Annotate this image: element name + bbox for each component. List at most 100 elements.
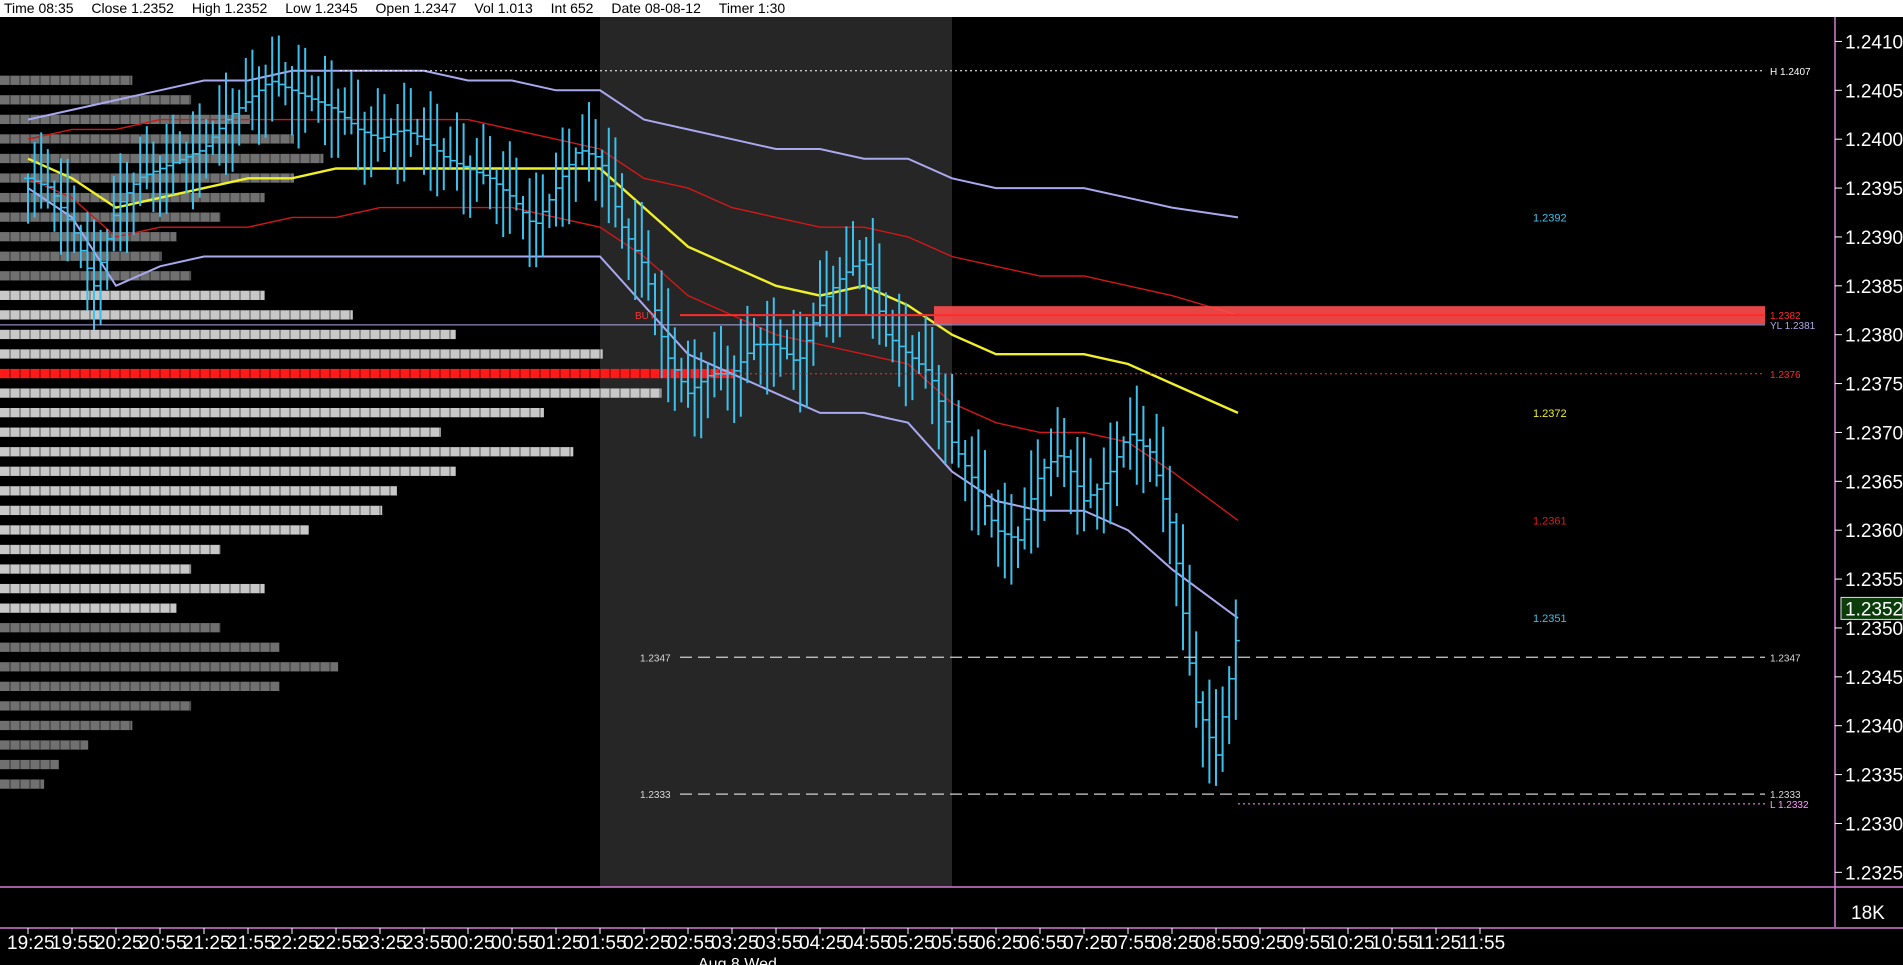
profile-row bbox=[0, 290, 265, 300]
profile-bar bbox=[0, 525, 309, 535]
profile-row bbox=[0, 779, 45, 789]
y-tick-label: 1.2395 bbox=[1845, 179, 1903, 200]
x-tick-label: 02:25 bbox=[623, 933, 671, 954]
x-tick-label: 21:55 bbox=[227, 933, 275, 954]
header-date: Date 08-08-12 bbox=[611, 0, 701, 16]
profile-bar bbox=[0, 779, 45, 789]
profile-row bbox=[0, 544, 221, 555]
x-tick-label: 07:55 bbox=[1107, 933, 1155, 954]
profile-row bbox=[0, 583, 265, 594]
profile-row bbox=[0, 486, 397, 496]
y-tick-label: 1.2410 bbox=[1845, 32, 1903, 53]
profile-row bbox=[0, 525, 309, 535]
price-line-right-label: YL 1.2381 bbox=[1770, 321, 1816, 332]
y-tick-label: 1.2335 bbox=[1845, 766, 1903, 787]
price-line-right-label: 1.2376 bbox=[1770, 370, 1801, 381]
profile-bar bbox=[0, 95, 192, 105]
profile-row bbox=[0, 466, 456, 476]
x-tick-label: 21:25 bbox=[183, 933, 231, 954]
price-line-right-label: 1.2347 bbox=[1770, 653, 1801, 664]
profile-row bbox=[0, 623, 221, 633]
profile-row bbox=[0, 662, 339, 672]
header-low: Low 1.2345 bbox=[285, 0, 358, 16]
profile-row bbox=[0, 408, 544, 418]
band-end-label: 1.2392 bbox=[1533, 212, 1567, 224]
band-end-label: 1.2351 bbox=[1533, 613, 1567, 625]
x-tick-label: 02:55 bbox=[667, 933, 715, 954]
profile-row bbox=[0, 329, 456, 340]
profile-bar bbox=[0, 564, 192, 574]
x-tick-label: 09:25 bbox=[1239, 933, 1287, 954]
header-int: Int 652 bbox=[550, 0, 594, 16]
volume-axis-label: 18K bbox=[1851, 903, 1885, 924]
profile-row bbox=[0, 271, 192, 281]
x-tick-label: 01:55 bbox=[579, 933, 627, 954]
y-tick-label: 1.2365 bbox=[1845, 472, 1903, 493]
profile-row bbox=[0, 388, 662, 398]
profile-bar bbox=[0, 447, 574, 457]
y-tick-label: 1.2355 bbox=[1845, 570, 1903, 591]
profile-row bbox=[0, 603, 177, 613]
y-tick-label: 1.2370 bbox=[1845, 423, 1903, 444]
profile-row bbox=[0, 564, 192, 574]
current-price-label: 1.2352 bbox=[1845, 599, 1903, 620]
x-tick-label: 22:25 bbox=[271, 933, 319, 954]
price-line-left-label: 1.2333 bbox=[640, 790, 671, 801]
x-tick-label: 05:55 bbox=[931, 933, 979, 954]
x-tick-label: 11:25 bbox=[1415, 933, 1461, 954]
x-tick-label: 01:25 bbox=[535, 933, 583, 954]
x-tick-label: 00:25 bbox=[447, 933, 495, 954]
x-date-label: Aug 8 Wed bbox=[698, 956, 777, 965]
x-tick-label: 09:55 bbox=[1283, 933, 1331, 954]
profile-row bbox=[0, 720, 133, 731]
profile-row bbox=[0, 447, 574, 457]
price-chart[interactable]: BUY 1.2382YL 1.23811.23761.2347 1.23471.23… bbox=[0, 17, 1903, 965]
price-line-left-label: 1.2347 bbox=[640, 653, 671, 664]
price-line-left-label: BUY bbox=[635, 311, 656, 322]
price-line-right-label: H 1.2407 bbox=[1770, 67, 1811, 78]
header-time: Time 08:35 bbox=[4, 0, 74, 16]
x-tick-label: 08:25 bbox=[1151, 933, 1199, 954]
profile-row bbox=[0, 349, 603, 359]
header-high: High 1.2352 bbox=[191, 0, 268, 16]
x-tick-label: 23:25 bbox=[359, 933, 407, 954]
profile-row bbox=[0, 681, 280, 691]
profile-bar bbox=[0, 408, 544, 418]
header-open: Open 1.2347 bbox=[375, 0, 457, 16]
profile-bar bbox=[0, 329, 456, 340]
session-shade bbox=[600, 17, 952, 887]
profile-row bbox=[0, 310, 353, 320]
price-line-right-label: L 1.2332 bbox=[1770, 800, 1809, 811]
x-tick-label: 11:55 bbox=[1459, 933, 1505, 954]
x-tick-label: 04:55 bbox=[843, 933, 891, 954]
x-tick-label: 04:25 bbox=[799, 933, 847, 954]
profile-bar bbox=[0, 662, 339, 672]
header-close: Close 1.2352 bbox=[91, 0, 174, 16]
profile-row bbox=[0, 701, 192, 711]
profile-row bbox=[0, 75, 133, 85]
y-tick-label: 1.2350 bbox=[1845, 619, 1903, 640]
band-end-label: 1.2361 bbox=[1533, 515, 1567, 527]
profile-bar bbox=[0, 271, 192, 281]
profile-row bbox=[0, 759, 59, 770]
profile-poc-row bbox=[0, 368, 735, 379]
profile-row bbox=[0, 427, 441, 437]
x-tick-label: 10:55 bbox=[1371, 933, 1419, 954]
header-timer: Timer 1:30 bbox=[718, 0, 786, 16]
x-tick-label: 07:25 bbox=[1063, 933, 1111, 954]
y-tick-label: 1.2340 bbox=[1845, 717, 1903, 738]
x-tick-label: 10:25 bbox=[1327, 933, 1375, 954]
x-tick-label: 20:55 bbox=[139, 933, 187, 954]
x-tick-label: 05:25 bbox=[887, 933, 935, 954]
y-tick-label: 1.2390 bbox=[1845, 228, 1903, 249]
y-tick-label: 1.2330 bbox=[1845, 814, 1903, 835]
x-tick-label: 03:25 bbox=[711, 933, 759, 954]
y-tick-label: 1.2345 bbox=[1845, 668, 1903, 689]
x-tick-label: 06:55 bbox=[1019, 933, 1067, 954]
y-tick-label: 1.2360 bbox=[1845, 521, 1903, 542]
y-tick-label: 1.2400 bbox=[1845, 130, 1903, 151]
profile-row bbox=[0, 192, 265, 203]
x-tick-label: 23:55 bbox=[403, 933, 451, 954]
x-tick-label: 20:25 bbox=[95, 933, 143, 954]
profile-row bbox=[0, 740, 89, 750]
